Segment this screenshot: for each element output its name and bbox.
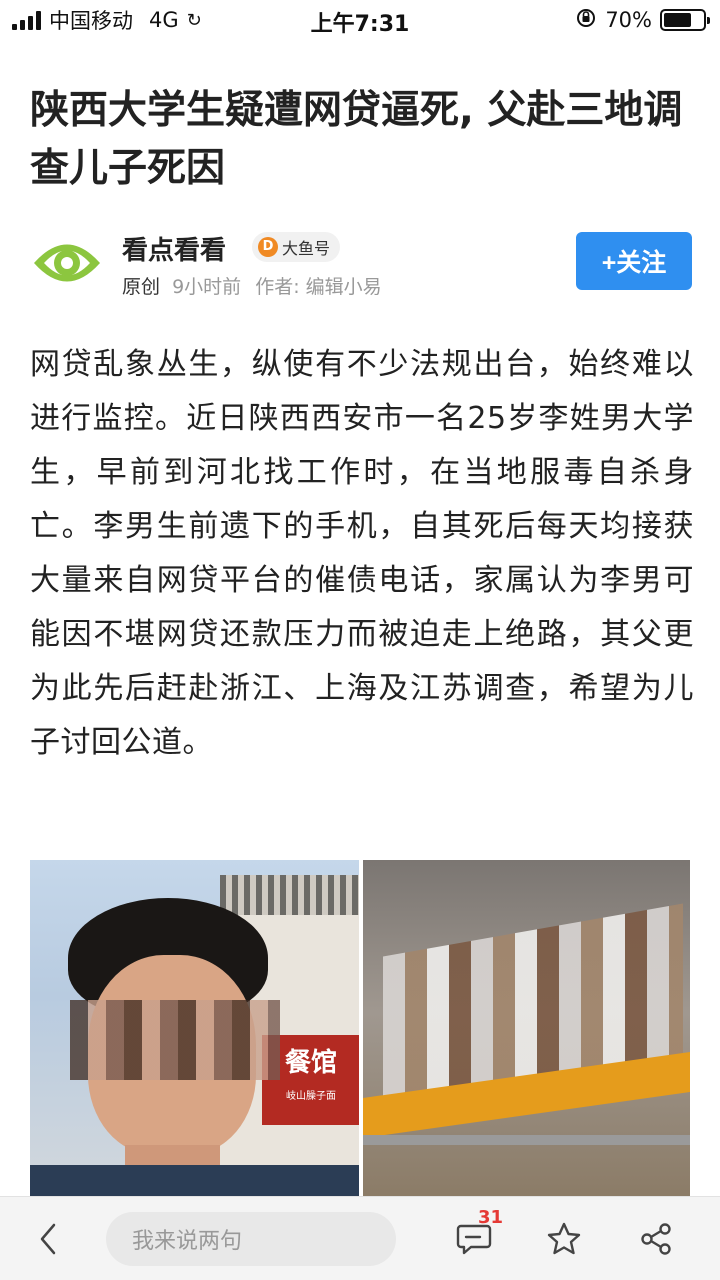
photo-sign-small: 岐山臊子面 bbox=[286, 1091, 336, 1102]
photo-shirt bbox=[30, 1165, 359, 1200]
article-body: 网贷乱象丛生，纵使有不少法规出台，始终难以进行监控。近日陕西西安市一名25岁李姓… bbox=[30, 347, 694, 760]
back-button[interactable] bbox=[30, 1221, 66, 1257]
comment-count-badge: 31 bbox=[478, 1207, 504, 1228]
author-name[interactable]: 看点看看 bbox=[122, 230, 226, 267]
comment-placeholder: 我来说两句 bbox=[132, 1229, 243, 1254]
star-icon bbox=[547, 1222, 581, 1255]
photo-portrait: 餐馆 岐山臊子面 bbox=[30, 860, 359, 1200]
chevron-left-icon bbox=[40, 1223, 56, 1255]
photo-stretcher bbox=[363, 860, 690, 1200]
platform-badge-label: 大鱼号 bbox=[282, 239, 331, 258]
article-image[interactable]: 餐馆 岐山臊子面 bbox=[30, 860, 690, 1200]
dayu-icon: D bbox=[258, 237, 278, 257]
photo-mosaic bbox=[70, 1000, 280, 1080]
photo-roof bbox=[220, 875, 359, 915]
comment-input[interactable]: 我来说两句 bbox=[106, 1212, 396, 1266]
battery-icon bbox=[660, 9, 710, 31]
rotation-lock-icon bbox=[575, 7, 597, 34]
share-icon bbox=[641, 1223, 671, 1255]
time-ago: 9小时前 bbox=[172, 276, 242, 298]
article-meta: 原创 9小时前 作者: 编辑小易 bbox=[122, 272, 382, 299]
status-bar: 中国移动 4G ↻ 上午7:31 70% bbox=[0, 0, 720, 40]
author-row: 看点看看 D 大鱼号 原创 9小时前 作者: 编辑小易 +关注 bbox=[30, 228, 692, 300]
eye-logo-icon bbox=[34, 244, 100, 282]
follow-button[interactable]: +关注 bbox=[576, 232, 692, 290]
platform-badge: D 大鱼号 bbox=[252, 232, 341, 262]
photo-rail bbox=[363, 1135, 690, 1145]
status-right: 70% bbox=[575, 6, 710, 34]
battery-percent: 70% bbox=[605, 8, 652, 32]
article-title: 陕西大学生疑遭网贷逼死, 父赴三地调查儿子死因 bbox=[30, 88, 683, 191]
share-button[interactable] bbox=[634, 1217, 678, 1261]
photo-sign-text: 餐馆 bbox=[284, 1048, 337, 1078]
byline: 作者: 编辑小易 bbox=[255, 276, 382, 298]
bottom-bar: 我来说两句 31 bbox=[0, 1196, 720, 1280]
author-avatar[interactable] bbox=[30, 230, 104, 296]
original-label: 原创 bbox=[122, 276, 161, 298]
favorite-button[interactable] bbox=[542, 1217, 586, 1261]
